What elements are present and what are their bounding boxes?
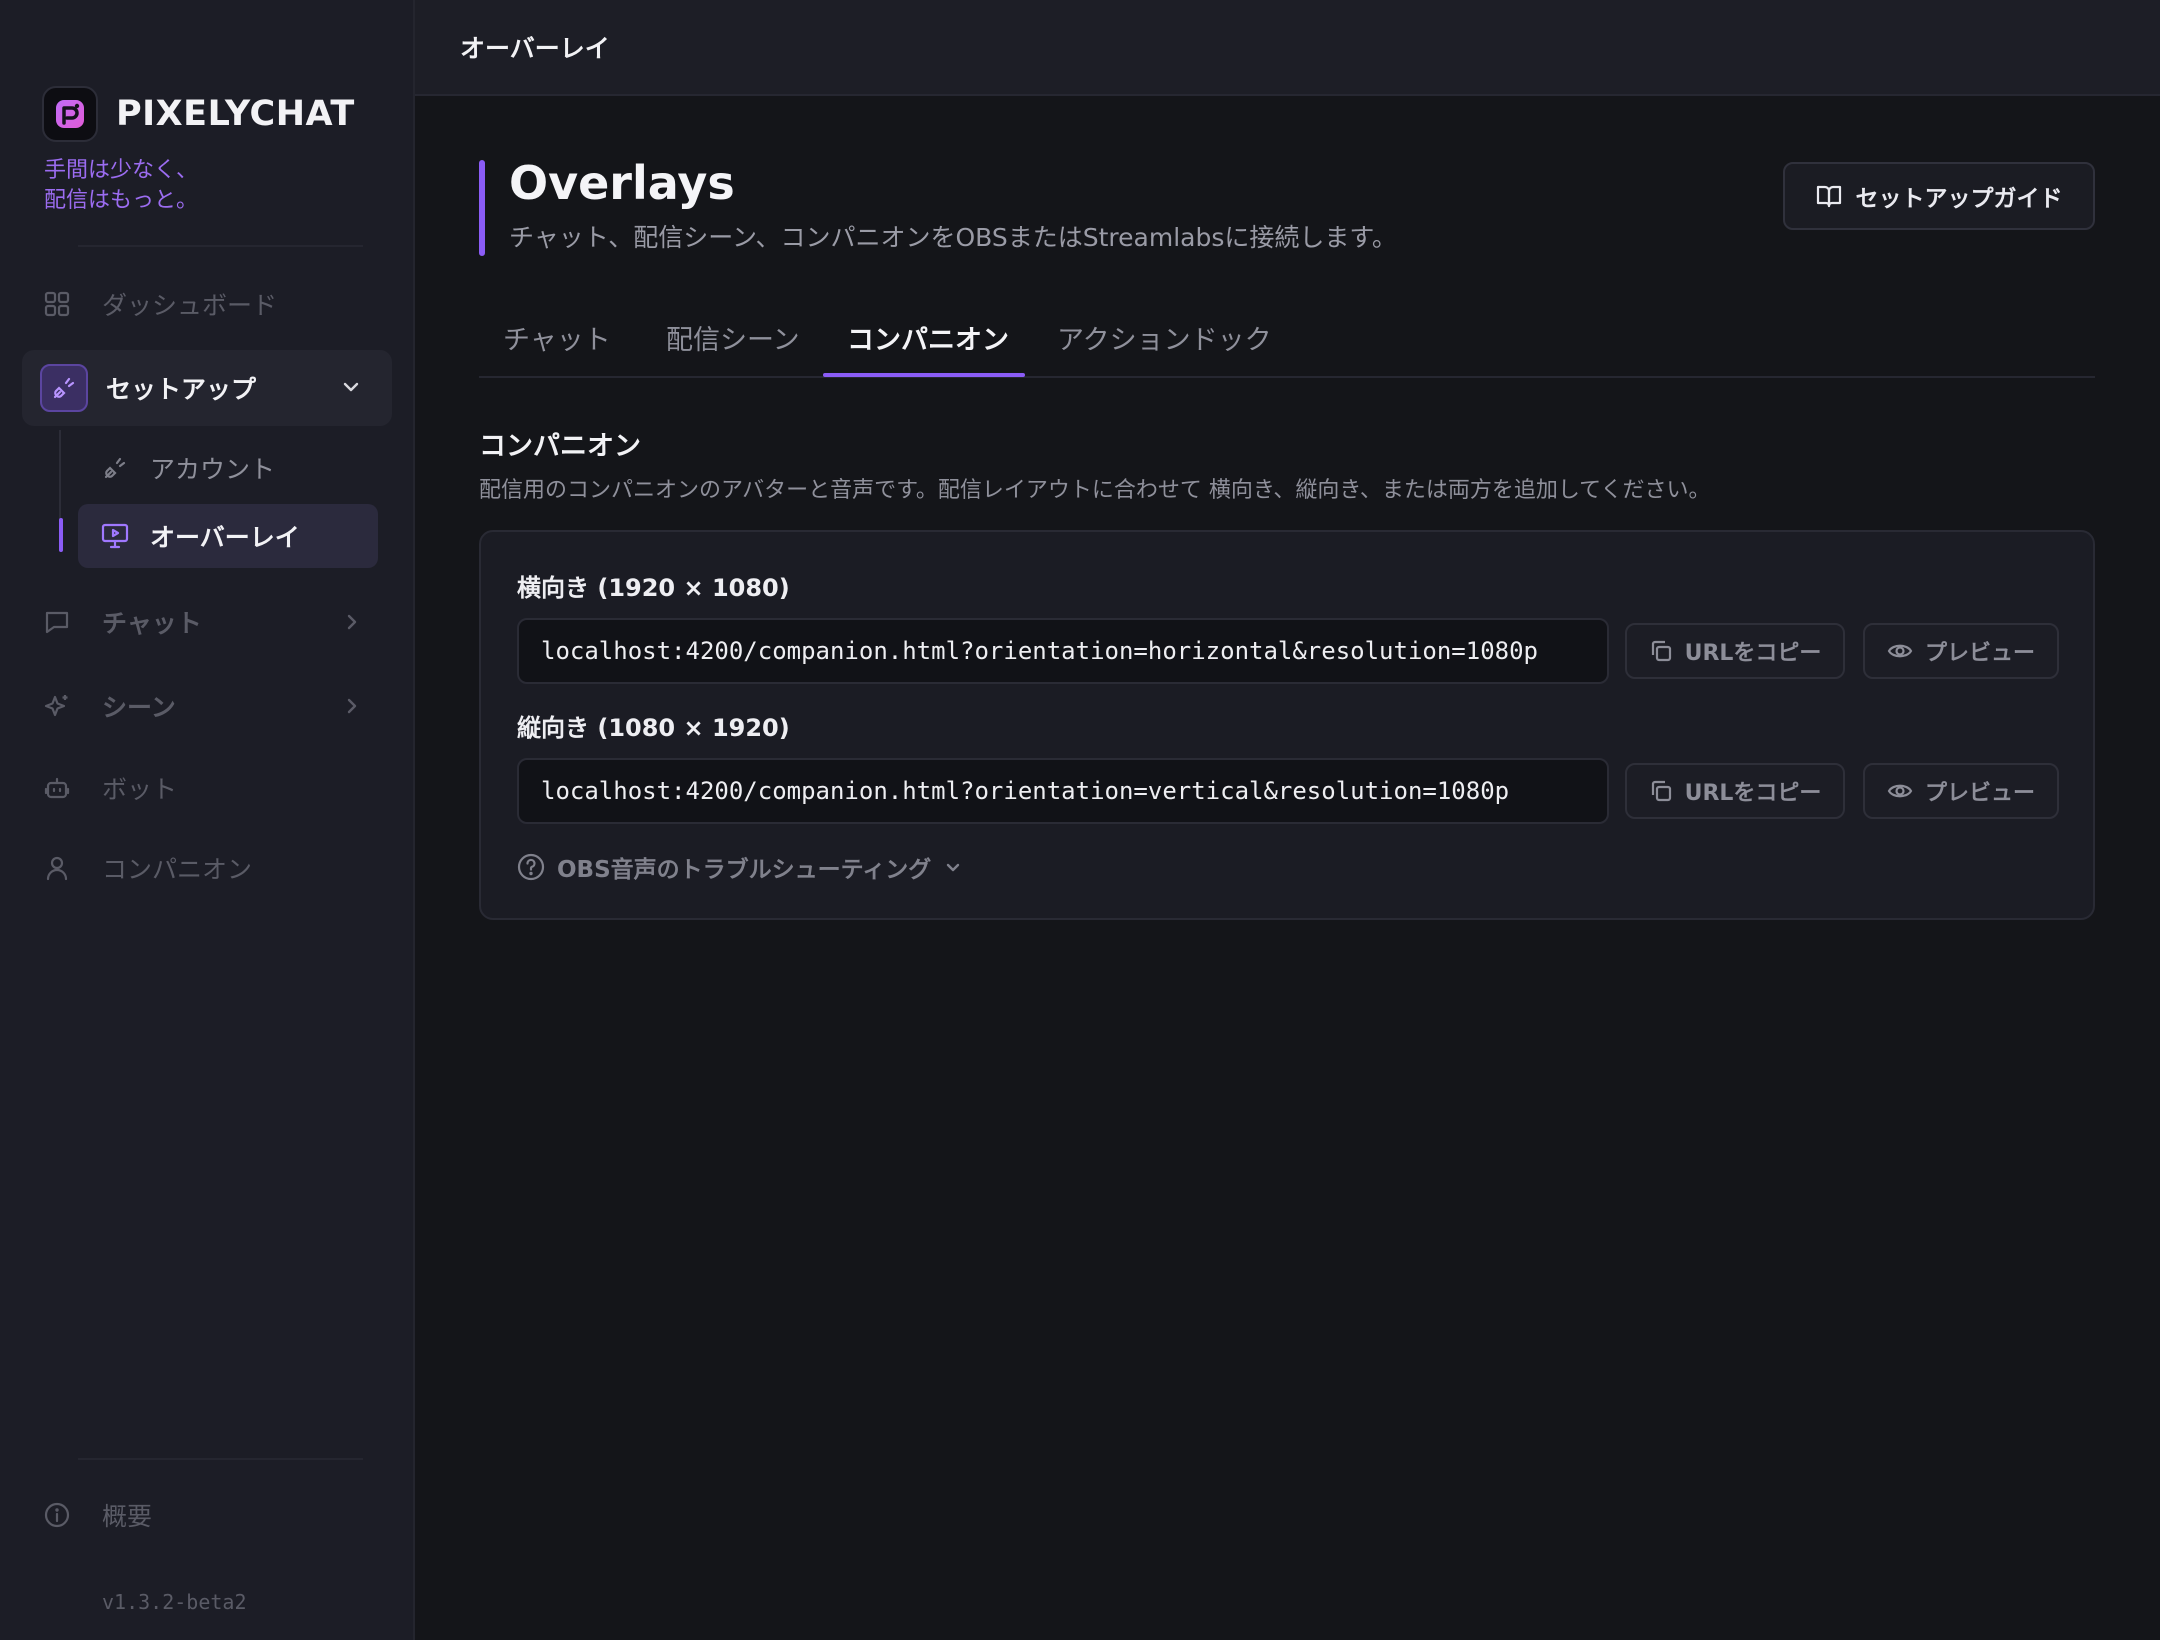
sidebar: PIXELYCHAT 手間は少なく、 配信はもっと。 ダッシュボード セットアッ… (0, 0, 415, 1640)
tab-bar: チャット 配信シーン コンパニオン アクションドック (479, 300, 2095, 378)
horizontal-url-field[interactable]: localhost:4200/companion.html?orientatio… (517, 618, 1609, 684)
chevron-right-icon (342, 696, 362, 720)
plug-icon (40, 364, 88, 412)
brand-name: PIXELYCHAT (116, 94, 355, 134)
eye-icon (1887, 784, 1913, 798)
preview-label: プレビュー (1924, 641, 2035, 666)
bot-icon (42, 773, 72, 803)
grid-icon (42, 289, 72, 319)
sidebar-item-label: ダッシュボード (102, 291, 278, 320)
header-accent-bar (479, 160, 485, 256)
active-tab-indicator (823, 373, 1025, 377)
pixelychat-logo-icon (42, 86, 98, 142)
info-icon (42, 1500, 72, 1530)
sidebar-item-label: ボット (102, 775, 178, 804)
page-title: Overlays (509, 156, 735, 210)
tab-stream-scene[interactable]: 配信シーン (666, 318, 800, 357)
tab-action-dock[interactable]: アクションドック (1057, 318, 1272, 357)
sidebar-item-chat[interactable]: チャット (42, 592, 382, 652)
sidebar-item-label: シーン (102, 693, 176, 722)
section-title: コンパニオン (479, 431, 641, 462)
obs-audio-troubleshoot-toggle[interactable]: OBS音声のトラブルシューティング (517, 850, 963, 884)
sidebar-item-label: コンパニオン (102, 855, 253, 884)
horizontal-label: 横向き (1920 × 1080) (517, 574, 790, 602)
sidebar-item-label: アカウント (150, 455, 276, 484)
vertical-preview-button[interactable]: プレビュー (1863, 763, 2059, 819)
sidebar-item-label: 概要 (102, 1502, 153, 1531)
vertical-copy-url-button[interactable]: URLをコピー (1625, 763, 1845, 819)
eye-icon (1887, 644, 1913, 658)
tab-chat[interactable]: チャット (503, 318, 611, 357)
help-circle-icon (517, 853, 545, 881)
troubleshoot-label: OBS音声のトラブルシューティング (557, 857, 932, 883)
copy-icon (1651, 780, 1671, 802)
chevron-right-icon (342, 612, 362, 636)
chevron-down-icon (340, 376, 362, 402)
submenu-active-indicator (59, 518, 63, 552)
horizontal-preview-button[interactable]: プレビュー (1863, 623, 2059, 679)
user-icon (42, 853, 72, 883)
message-square-icon (42, 607, 72, 637)
sidebar-item-about[interactable]: 概要 (42, 1485, 152, 1545)
sparkles-icon (42, 691, 72, 721)
sidebar-item-label: オーバーレイ (150, 523, 300, 552)
sidebar-item-dashboard[interactable]: ダッシュボード (42, 274, 277, 334)
main-content: オーバーレイ Overlays チャット、配信シーン、コンパニオンをOBSまたは… (415, 0, 2160, 1640)
sidebar-item-setup[interactable]: セットアップ (22, 350, 392, 426)
sidebar-item-bot[interactable]: ボット (42, 758, 177, 818)
sidebar-subitem-account[interactable]: アカウント (78, 436, 378, 500)
monitor-play-icon (100, 521, 130, 551)
sidebar-divider (78, 1458, 363, 1460)
plug-icon (100, 453, 130, 483)
tagline-line-1: 手間は少なく、 (44, 158, 199, 183)
horizontal-copy-url-button[interactable]: URLをコピー (1625, 623, 1845, 679)
sidebar-item-label: セットアップ (106, 375, 257, 404)
app-version: v1.3.2-beta2 (102, 1590, 247, 1614)
copy-url-label: URLをコピー (1684, 781, 1822, 806)
page-subtitle: チャット、配信シーン、コンパニオンをOBSまたはStreamlabsに接続します… (509, 223, 1397, 252)
brand[interactable]: PIXELYCHAT (42, 86, 355, 142)
tagline-line-2: 配信はもっと。 (44, 188, 199, 213)
section-description: 配信用のコンパニオンのアバターと音声です。配信レイアウトに合わせて 横向き、縦向… (479, 478, 1711, 503)
sidebar-item-companion[interactable]: コンパニオン (42, 838, 252, 898)
sidebar-subitem-overlay[interactable]: オーバーレイ (78, 504, 378, 568)
sidebar-divider (78, 245, 363, 247)
chevron-down-icon (947, 863, 960, 872)
book-open-icon (1816, 185, 1841, 208)
topbar-title: オーバーレイ (460, 34, 610, 63)
sidebar-item-label: チャット (102, 609, 202, 638)
vertical-label: 縦向き (1080 × 1920) (517, 714, 790, 742)
setup-guide-button[interactable]: セットアップガイド (1783, 162, 2095, 230)
brand-tagline: 手間は少なく、 配信はもっと。 (44, 156, 198, 216)
copy-url-label: URLをコピー (1684, 641, 1822, 666)
copy-icon (1651, 640, 1671, 662)
app-root: PIXELYCHAT 手間は少なく、 配信はもっと。 ダッシュボード セットアッ… (0, 0, 2160, 1640)
companion-card: 横向き (1920 × 1080) localhost:4200/compani… (479, 530, 2095, 920)
sidebar-item-scene[interactable]: シーン (42, 676, 382, 736)
vertical-url-field[interactable]: localhost:4200/companion.html?orientatio… (517, 758, 1609, 824)
preview-label: プレビュー (1924, 781, 2035, 806)
topbar: オーバーレイ (415, 0, 2160, 96)
setup-guide-label: セットアップガイド (1855, 186, 2063, 212)
tab-companion[interactable]: コンパニオン (847, 318, 1009, 357)
